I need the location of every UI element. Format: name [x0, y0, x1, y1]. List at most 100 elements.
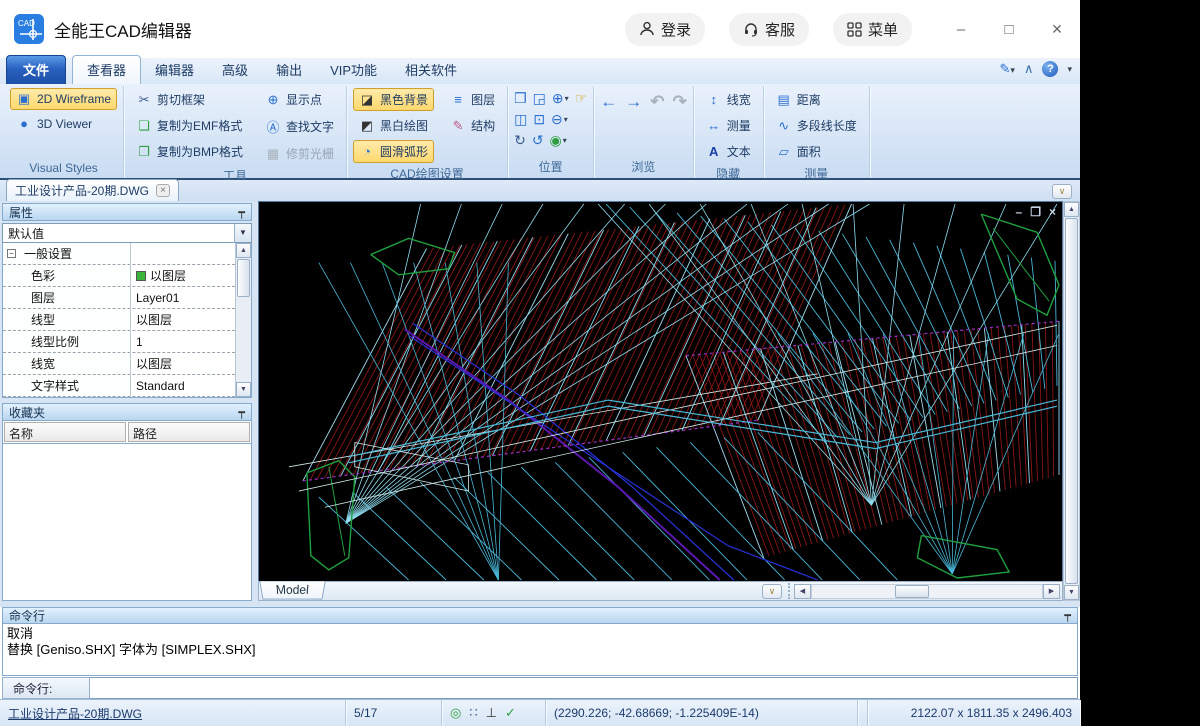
- refresh-view-icon[interactable]: ↺: [532, 132, 544, 149]
- help-icon[interactable]: ?: [1042, 61, 1058, 77]
- scroll-thumb[interactable]: [237, 259, 250, 297]
- hscroll-thumb[interactable]: [895, 585, 929, 598]
- quick-edit-icon[interactable]: ✎▾: [1000, 61, 1015, 77]
- window-close-icon[interactable]: ×: [1048, 19, 1066, 40]
- hscroll-right-icon[interactable]: ▶: [1043, 584, 1060, 599]
- cad-drawing[interactable]: [259, 202, 1062, 581]
- tab-vip[interactable]: VIP功能: [316, 56, 391, 84]
- hscroll-track[interactable]: [811, 584, 1043, 599]
- preset-select[interactable]: 默认值 ▼: [2, 223, 252, 243]
- help-dropdown-icon[interactable]: ▾: [1067, 64, 1072, 75]
- favorites-col-name[interactable]: 名称: [4, 422, 126, 442]
- collapse-ribbon-icon[interactable]: ∧: [1024, 61, 1034, 77]
- tab-related[interactable]: 相关软件: [391, 56, 471, 84]
- property-row-lineweight[interactable]: 线宽 以图层: [3, 353, 235, 375]
- doc-minimize-icon[interactable]: –: [1016, 205, 1023, 219]
- model-tab[interactable]: Model: [259, 582, 325, 600]
- favorites-pin-icon[interactable]: ┯: [238, 406, 245, 419]
- layers-button[interactable]: ≡图层: [444, 88, 501, 111]
- find-text-button[interactable]: Ⓐ查找文字: [259, 114, 340, 139]
- grid-icon[interactable]: ∷: [469, 705, 477, 721]
- vscroll-down-icon[interactable]: ▼: [1064, 585, 1079, 600]
- black-background-button[interactable]: ◪黑色背景: [353, 88, 434, 111]
- polyline-length-icon: ∿: [776, 118, 792, 134]
- lineweight-button[interactable]: ↕线宽: [700, 88, 757, 111]
- forward-icon[interactable]: →: [625, 92, 642, 112]
- command-title: 命令行: [9, 607, 45, 624]
- copy-bmp-button[interactable]: ❐复制为BMP格式: [130, 140, 249, 163]
- scroll-down-icon[interactable]: ▼: [236, 382, 251, 397]
- undo-icon[interactable]: ↶: [650, 92, 664, 112]
- pan-icon[interactable]: ☞: [575, 90, 588, 107]
- command-input[interactable]: [90, 677, 1078, 699]
- tab-output[interactable]: 输出: [262, 56, 316, 84]
- draw-check-icon[interactable]: ✓: [505, 705, 516, 721]
- back-icon[interactable]: ←: [600, 92, 617, 112]
- rotate-view-icon[interactable]: ↻: [514, 132, 526, 149]
- show-points-button[interactable]: ⊕显示点: [259, 88, 340, 111]
- properties-scrollbar[interactable]: ▲ ▼: [235, 243, 251, 397]
- tab-advanced[interactable]: 高级: [208, 56, 262, 84]
- dual-view-icon[interactable]: ◫: [514, 111, 527, 128]
- clip-frame-button[interactable]: ✂剪切框架: [130, 88, 249, 111]
- properties-pin-icon[interactable]: ┯: [238, 206, 245, 219]
- tab-editor[interactable]: 编辑器: [141, 56, 208, 84]
- collapse-icon[interactable]: −: [7, 249, 16, 258]
- doc-close-icon[interactable]: ×: [1049, 205, 1056, 219]
- menu-button[interactable]: 菜单: [833, 13, 912, 46]
- polyline-length-button[interactable]: ∿多段线长度: [770, 114, 863, 137]
- trim-raster-button[interactable]: ▦修剪光栅: [259, 142, 340, 165]
- layout-chevron-icon[interactable]: ∨: [762, 584, 782, 599]
- ortho-icon[interactable]: ⊥: [486, 705, 497, 721]
- vscroll-thumb[interactable]: [1065, 218, 1078, 584]
- command-pin-icon[interactable]: ┯: [1064, 609, 1071, 622]
- snap-icon[interactable]: ◎: [450, 705, 461, 721]
- vertical-scrollbar[interactable]: ▲ ▼: [1063, 201, 1080, 601]
- service-button[interactable]: 客服: [729, 13, 809, 46]
- property-group-row[interactable]: −一般设置: [3, 243, 235, 265]
- tabstrip-chevron-icon[interactable]: ∨: [1052, 184, 1072, 199]
- property-row-textstyle[interactable]: 文字样式 Standard: [3, 375, 235, 397]
- copy-emf-button[interactable]: ❏复制为EMF格式: [130, 114, 249, 137]
- text-toggle-button[interactable]: A文本: [700, 140, 757, 163]
- scroll-up-icon[interactable]: ▲: [236, 243, 251, 258]
- command-history[interactable]: 取消 替换 [Geniso.SHX] 字体为 [SIMPLEX.SHX]: [2, 624, 1078, 676]
- structure-button[interactable]: ✎结构: [444, 114, 501, 137]
- status-coordinates: (2290.226; -42.68669; -1.225409E-14): [546, 700, 858, 726]
- cad-viewport[interactable]: – ❐ ×: [258, 201, 1063, 581]
- favorites-col-path[interactable]: 路径: [128, 422, 250, 442]
- property-row-layer[interactable]: 图层 Layer01: [3, 287, 235, 309]
- tab-file[interactable]: 文件: [6, 55, 66, 84]
- preset-dropdown-icon[interactable]: ▼: [234, 224, 251, 242]
- window-minimize-icon[interactable]: –: [952, 21, 970, 38]
- favorites-list[interactable]: [2, 444, 252, 601]
- 2d-wireframe-button[interactable]: ▣2D Wireframe: [10, 88, 117, 110]
- bw-drawing-button[interactable]: ◩黑白绘图: [353, 114, 434, 137]
- redo-icon[interactable]: ↷: [672, 92, 686, 112]
- render-mode-icon[interactable]: ◉▾: [550, 132, 567, 149]
- window-maximize-icon[interactable]: □: [1000, 21, 1018, 38]
- area-button[interactable]: ▱面积: [770, 140, 863, 163]
- hscroll-left-icon[interactable]: ◀: [794, 584, 811, 599]
- smooth-arc-button[interactable]: ◔圆滑弧形: [353, 140, 434, 163]
- zoom-window-icon[interactable]: ◲: [533, 90, 546, 107]
- zoom-out-icon[interactable]: ⊖▾: [551, 111, 568, 128]
- document-tab[interactable]: 工业设计产品-20期.DWG ×: [6, 179, 179, 201]
- area-label: 面积: [797, 143, 821, 160]
- doc-restore-icon[interactable]: ❐: [1030, 205, 1041, 219]
- distance-button[interactable]: ▤距离: [770, 88, 863, 111]
- property-row-color[interactable]: 色彩 以图层: [3, 265, 235, 287]
- property-row-linetype-scale[interactable]: 线型比例 1: [3, 331, 235, 353]
- 3d-viewer-button[interactable]: ●3D Viewer: [10, 113, 117, 134]
- vscroll-up-icon[interactable]: ▲: [1064, 202, 1079, 217]
- login-button[interactable]: 登录: [625, 13, 705, 46]
- zoom-extents-icon[interactable]: ⊡: [533, 111, 545, 128]
- zoom-in-icon[interactable]: ⊕▾: [552, 90, 569, 107]
- status-filename[interactable]: 工业设计产品-20期.DWG: [0, 700, 346, 726]
- document-close-icon[interactable]: ×: [156, 184, 170, 197]
- tab-viewer[interactable]: 查看器: [72, 55, 141, 84]
- property-row-linetype[interactable]: 线型 以图层: [3, 309, 235, 331]
- copy-view-icon[interactable]: ❒: [514, 90, 527, 107]
- measure-toggle-button[interactable]: ↔测量: [700, 114, 757, 137]
- horizontal-scrollbar[interactable]: ◀ ▶: [788, 583, 1060, 599]
